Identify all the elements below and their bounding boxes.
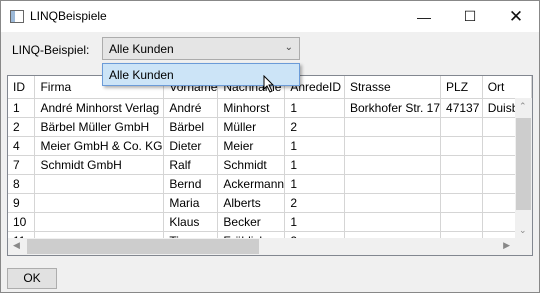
grid-table: ID Firma Vorname Nachname AnredeID Strasse PLZ…	[8, 76, 532, 251]
table-cell[interactable]: 47137	[440, 98, 483, 118]
table-cell[interactable]: André Minhorst Verlag	[34, 98, 165, 118]
table-cell[interactable]	[440, 193, 483, 213]
column-header[interactable]: ID	[8, 76, 36, 99]
table-cell[interactable]: 1	[8, 98, 36, 118]
table-cell[interactable]	[344, 212, 442, 232]
table-cell[interactable]	[344, 193, 442, 213]
table-cell[interactable]: Ralf	[163, 155, 219, 175]
table-cell[interactable]	[440, 212, 483, 232]
table-row[interactable]: 10 Klaus Becker 1	[8, 212, 532, 232]
table-cell[interactable]: Bernd	[163, 174, 219, 194]
table-cell[interactable]: 4	[8, 136, 36, 156]
table-cell[interactable]: Meier	[217, 136, 286, 156]
table-row[interactable]: 9 Maria Alberts 2	[8, 193, 532, 213]
table-cell[interactable]: Ackermann	[217, 174, 286, 194]
dropdown-option[interactable]: Alle Kunden	[109, 68, 174, 82]
title-bar: LINQBeispiele — ☐ ✕	[1, 1, 539, 32]
table-row[interactable]: 4 Meier GmbH & Co. KG Dieter Meier 1	[8, 136, 532, 156]
table-cell[interactable]	[344, 117, 442, 137]
table-cell[interactable]: Borkhofer Str. 17	[344, 98, 442, 118]
scrollbar-corner	[515, 238, 532, 255]
vertical-scroll-thumb[interactable]	[516, 118, 531, 210]
table-cell[interactable]	[344, 155, 442, 175]
table-cell[interactable]	[440, 174, 483, 194]
column-header[interactable]: Ort	[482, 76, 532, 99]
table-cell[interactable]: 7	[8, 155, 36, 175]
table-cell[interactable]: 1	[284, 155, 345, 175]
scroll-right-icon[interactable]: ▶	[503, 240, 510, 251]
table-cell[interactable]: 1	[284, 98, 345, 118]
table-cell[interactable]: Bärbel Müller GmbH	[34, 117, 165, 137]
table-row[interactable]: 1 André Minhorst Verlag André Minhorst 1 Bork…	[8, 98, 532, 118]
column-header[interactable]: PLZ	[440, 76, 483, 99]
table-cell[interactable]: Becker	[217, 212, 286, 232]
table-cell[interactable]: Klaus	[163, 212, 219, 232]
table-cell[interactable]: 1	[284, 212, 345, 232]
scroll-down-icon[interactable]: ⌄	[519, 225, 527, 236]
combobox-value: Alle Kunden	[109, 42, 174, 56]
table-row[interactable]: 8 Bernd Ackermann 1	[8, 174, 532, 194]
main-window: LINQBeispiele — ☐ ✕ LINQ-Beispiel: Alle …	[0, 0, 540, 293]
table-cell[interactable]: 1	[284, 136, 345, 156]
table-cell[interactable]: Schmidt	[217, 155, 286, 175]
table-cell[interactable]: 2	[284, 117, 345, 137]
table-cell[interactable]: 10	[8, 212, 36, 232]
customers-datagrid[interactable]: ID Firma Vorname Nachname AnredeID Strasse PLZ…	[7, 75, 533, 256]
table-cell[interactable]: Müller	[217, 117, 286, 137]
table-cell[interactable]	[440, 155, 483, 175]
maximize-icon[interactable]: ☐	[447, 1, 493, 32]
linq-example-label: LINQ-Beispiel:	[12, 43, 90, 57]
table-cell[interactable]	[34, 193, 165, 213]
table-cell[interactable]	[344, 136, 442, 156]
table-cell[interactable]: Alberts	[217, 193, 286, 213]
table-cell[interactable]: Meier GmbH & Co. KG	[34, 136, 165, 156]
horizontal-scrollbar[interactable]: ◀ ▶	[8, 238, 515, 255]
column-header[interactable]: Strasse	[344, 76, 442, 99]
mouse-cursor-icon	[263, 75, 275, 93]
table-cell[interactable]: 8	[8, 174, 36, 194]
scroll-up-icon[interactable]: ⌃	[519, 101, 527, 112]
app-icon	[10, 10, 24, 23]
table-cell[interactable]	[34, 174, 165, 194]
table-cell[interactable]: Schmidt GmbH	[34, 155, 165, 175]
table-cell[interactable]	[440, 117, 483, 137]
close-icon[interactable]: ✕	[493, 1, 539, 32]
chevron-down-icon[interactable]: ⌄	[285, 42, 293, 53]
table-cell[interactable]: André	[163, 98, 219, 118]
table-cell[interactable]	[34, 212, 165, 232]
table-cell[interactable]: 9	[8, 193, 36, 213]
table-cell[interactable]: 2	[8, 117, 36, 137]
table-row[interactable]: 2 Bärbel Müller GmbH Bärbel Müller 2	[8, 117, 532, 137]
minimize-icon[interactable]: —	[401, 1, 447, 32]
ok-button[interactable]: OK	[7, 268, 57, 289]
table-row[interactable]: 7 Schmidt GmbH Ralf Schmidt 1	[8, 155, 532, 175]
table-cell[interactable]: 2	[284, 193, 345, 213]
table-cell[interactable]: Maria	[163, 193, 219, 213]
linq-example-combobox[interactable]: Alle Kunden ⌄	[102, 37, 300, 60]
table-cell[interactable]: Bärbel	[163, 117, 219, 137]
table-cell[interactable]: 1	[284, 174, 345, 194]
horizontal-scroll-thumb[interactable]	[27, 239, 259, 254]
window-title: LINQBeispiele	[30, 9, 107, 23]
vertical-scrollbar[interactable]: ⌃ ⌄	[515, 98, 532, 239]
table-cell[interactable]	[344, 174, 442, 194]
table-cell[interactable]: Dieter	[163, 136, 219, 156]
table-cell[interactable]	[440, 136, 483, 156]
scroll-left-icon[interactable]: ◀	[13, 240, 20, 251]
table-cell[interactable]: Minhorst	[217, 98, 286, 118]
